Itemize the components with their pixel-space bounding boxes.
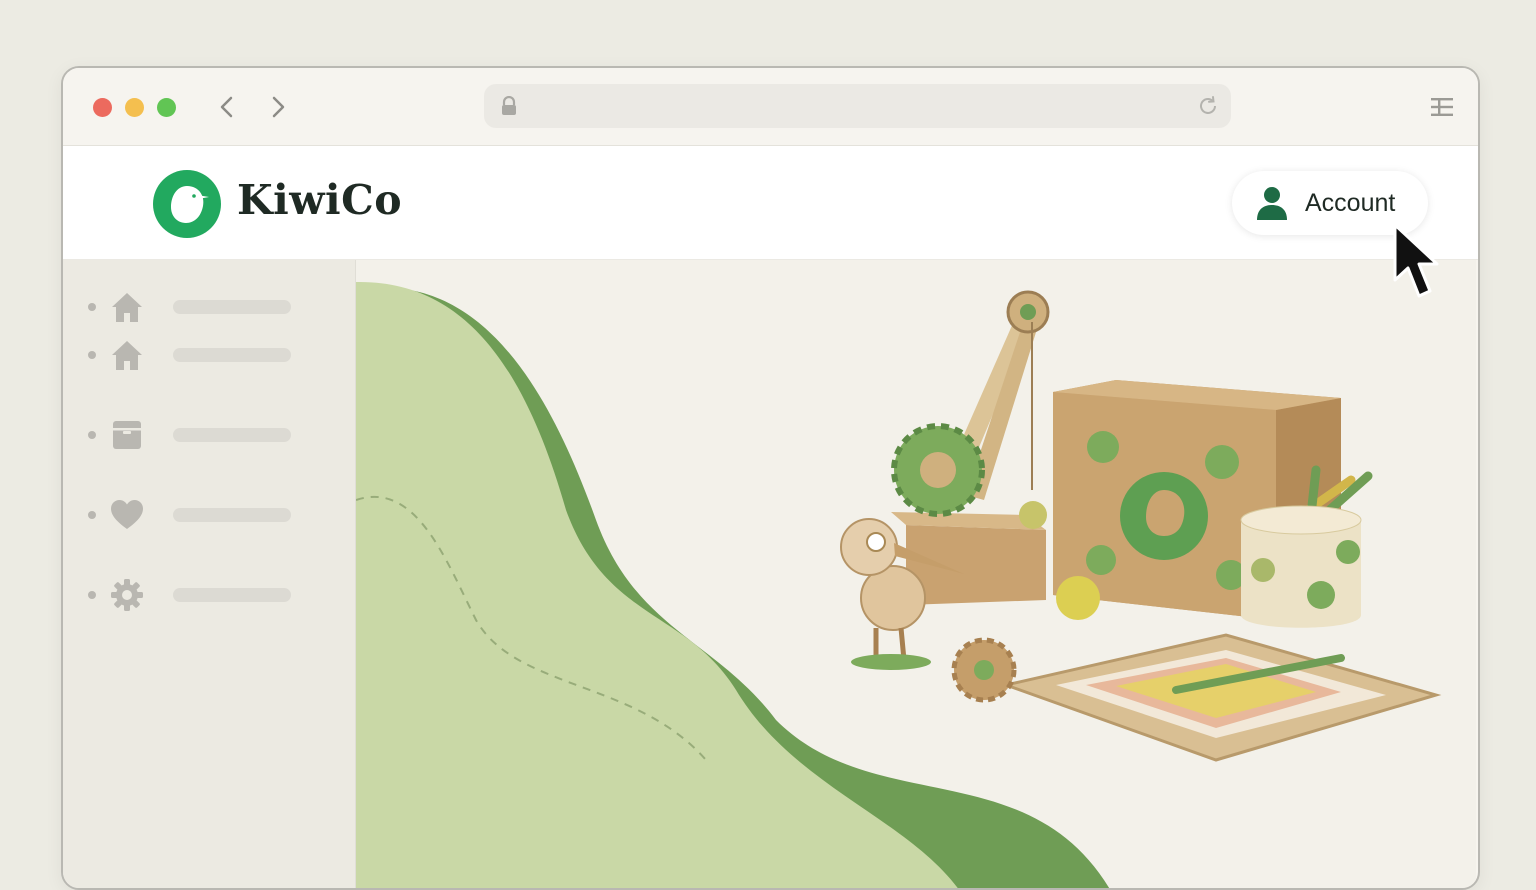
maximize-window-button[interactable] [157,98,176,117]
sidebar-item-favorites[interactable] [63,495,355,535]
reload-icon[interactable] [1197,95,1219,117]
sidebar [63,260,356,888]
minimize-window-button[interactable] [125,98,144,117]
sidebar-item-home-2[interactable] [63,335,355,375]
brand-name[interactable]: KiwiCo [237,176,402,224]
sidebar-item-home[interactable] [63,287,355,327]
sidebar-item-label-placeholder [173,508,291,522]
heart-icon [111,500,143,529]
browser-toolbar [63,68,1478,146]
account-label: Account [1305,189,1396,217]
hero-illustration [356,281,1442,888]
home-icon [112,341,142,370]
sidebar-item-label-placeholder [173,300,291,314]
bullet [88,431,96,439]
sidebar-toggle-icon[interactable] [1430,96,1454,118]
lock-icon [502,96,516,115]
back-arrow-icon[interactable] [215,94,241,120]
hero-banner [356,260,1476,888]
weaving-loom-illustration [1000,633,1442,762]
kiwico-logo-icon[interactable] [153,170,221,238]
address-bar[interactable] [484,84,1231,128]
mouse-cursor-icon [1393,223,1439,298]
sidebar-item-settings[interactable] [63,575,355,615]
sidebar-item-box[interactable] [63,415,355,455]
gear-icon [111,579,143,611]
forward-arrow-icon[interactable] [265,94,291,120]
sidebar-item-label-placeholder [173,348,291,362]
sidebar-item-label-placeholder [173,588,291,602]
box-icon [113,421,141,449]
bullet [88,303,96,311]
site-header: KiwiCo Account [63,146,1478,260]
close-window-button[interactable] [93,98,112,117]
browser-window: KiwiCo Account [61,66,1480,890]
user-icon [1257,187,1287,220]
home-icon [112,293,142,322]
bullet [88,591,96,599]
sidebar-item-label-placeholder [173,428,291,442]
bullet [88,351,96,359]
bullet [88,511,96,519]
